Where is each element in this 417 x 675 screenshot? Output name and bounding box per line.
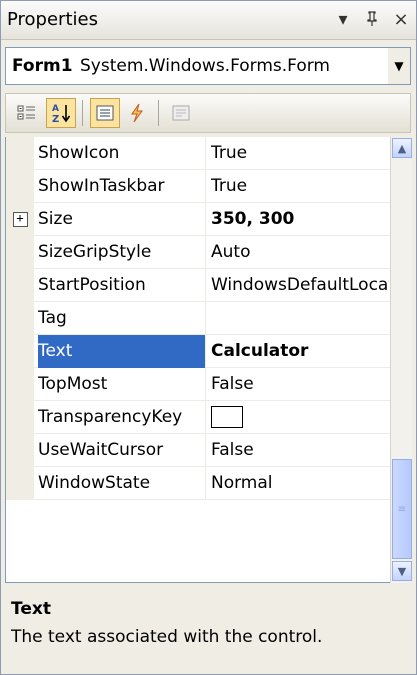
object-selector[interactable]: Form1 System.Windows.Forms.Form ▼ (5, 47, 411, 85)
object-selector-dropdown-icon[interactable]: ▼ (388, 48, 410, 84)
property-value[interactable]: False (211, 368, 389, 401)
property-pages-icon[interactable] (166, 98, 196, 128)
close-icon[interactable]: × (390, 7, 412, 31)
auto-hide-pin-icon[interactable] (361, 7, 383, 31)
property-value[interactable]: Auto (211, 236, 389, 269)
properties-toolbar: A Z (5, 93, 411, 133)
grid-bottom (5, 567, 390, 583)
row-gutter (6, 401, 34, 434)
property-row[interactable]: SizeGripStyle Auto (6, 236, 391, 269)
toolbar-separator (158, 100, 159, 126)
property-row[interactable]: StartPosition WindowsDefaultLocation (6, 269, 391, 302)
scroll-thumb[interactable]: ≡ (392, 459, 412, 559)
property-value[interactable]: True (211, 137, 389, 170)
row-gutter (6, 335, 34, 368)
row-gutter (6, 302, 34, 335)
property-name: SizeGripStyle (38, 236, 206, 269)
row-gutter: + (6, 203, 34, 236)
scroll-up-icon[interactable]: ▲ (392, 138, 412, 158)
property-name: WindowState (38, 467, 206, 500)
toolbar-separator (82, 100, 83, 126)
object-type: System.Windows.Forms.Form (80, 56, 330, 76)
window-position-dropdown-icon[interactable]: ▾ (332, 7, 354, 31)
property-row[interactable]: WindowState Normal (6, 467, 391, 500)
row-gutter (6, 269, 34, 302)
property-row[interactable]: ShowIcon True (6, 137, 391, 170)
color-swatch (211, 406, 243, 428)
property-name: TopMost (38, 368, 206, 401)
property-row[interactable]: + Size 350, 300 (6, 203, 391, 236)
svg-text:Z: Z (52, 114, 59, 124)
scroll-down-icon[interactable]: ▼ (392, 561, 412, 581)
property-row[interactable]: Tag (6, 302, 391, 335)
property-value[interactable]: WindowsDefaultLocation (211, 269, 389, 302)
row-gutter (6, 170, 34, 203)
property-row[interactable]: UseWaitCursor False (6, 434, 391, 467)
property-name: UseWaitCursor (38, 434, 206, 467)
svg-text:A: A (52, 104, 59, 114)
property-value[interactable]: Normal (211, 467, 389, 500)
property-value[interactable] (211, 302, 389, 335)
description-pane: Text The text associated with the contro… (5, 587, 411, 672)
property-row[interactable]: ShowInTaskbar True (6, 170, 391, 203)
property-name: ShowIcon (38, 137, 206, 170)
property-value[interactable]: 350, 300 (211, 203, 389, 236)
property-name: Tag (38, 302, 206, 335)
row-gutter (6, 467, 34, 500)
properties-icon[interactable] (90, 98, 120, 128)
expand-icon[interactable]: + (12, 212, 28, 227)
panel-title: Properties (7, 9, 98, 30)
events-icon[interactable] (122, 98, 152, 128)
property-row-selected[interactable]: Text Calculator (6, 335, 391, 368)
description-title: Text (11, 599, 51, 619)
property-row[interactable]: TopMost False (6, 368, 391, 401)
property-name: StartPosition (38, 269, 206, 302)
row-gutter (6, 137, 34, 170)
property-row[interactable]: TransparencyKey (6, 401, 391, 434)
categorized-icon[interactable] (12, 98, 42, 128)
row-gutter (6, 434, 34, 467)
row-gutter (6, 236, 34, 269)
property-value[interactable] (211, 401, 389, 434)
alphabetical-icon[interactable]: A Z (46, 98, 76, 128)
row-gutter (6, 368, 34, 401)
title-bar: Properties ▾ × (1, 1, 416, 40)
properties-panel: Properties ▾ × Form1 System.Windows.Form… (0, 0, 417, 675)
description-text: The text associated with the control. (11, 627, 323, 647)
property-grid: ShowIcon True ShowInTaskbar True + Size … (5, 137, 391, 567)
vertical-scrollbar[interactable]: ▲ ≡ ▼ (390, 137, 412, 583)
property-value[interactable]: True (211, 170, 389, 203)
property-name: ShowInTaskbar (38, 170, 206, 203)
property-value[interactable]: Calculator (211, 335, 389, 368)
property-value[interactable]: False (211, 434, 389, 467)
property-name: Text (38, 335, 206, 368)
property-name: Size (38, 203, 206, 236)
property-name: TransparencyKey (38, 401, 206, 434)
object-name: Form1 (12, 56, 73, 76)
